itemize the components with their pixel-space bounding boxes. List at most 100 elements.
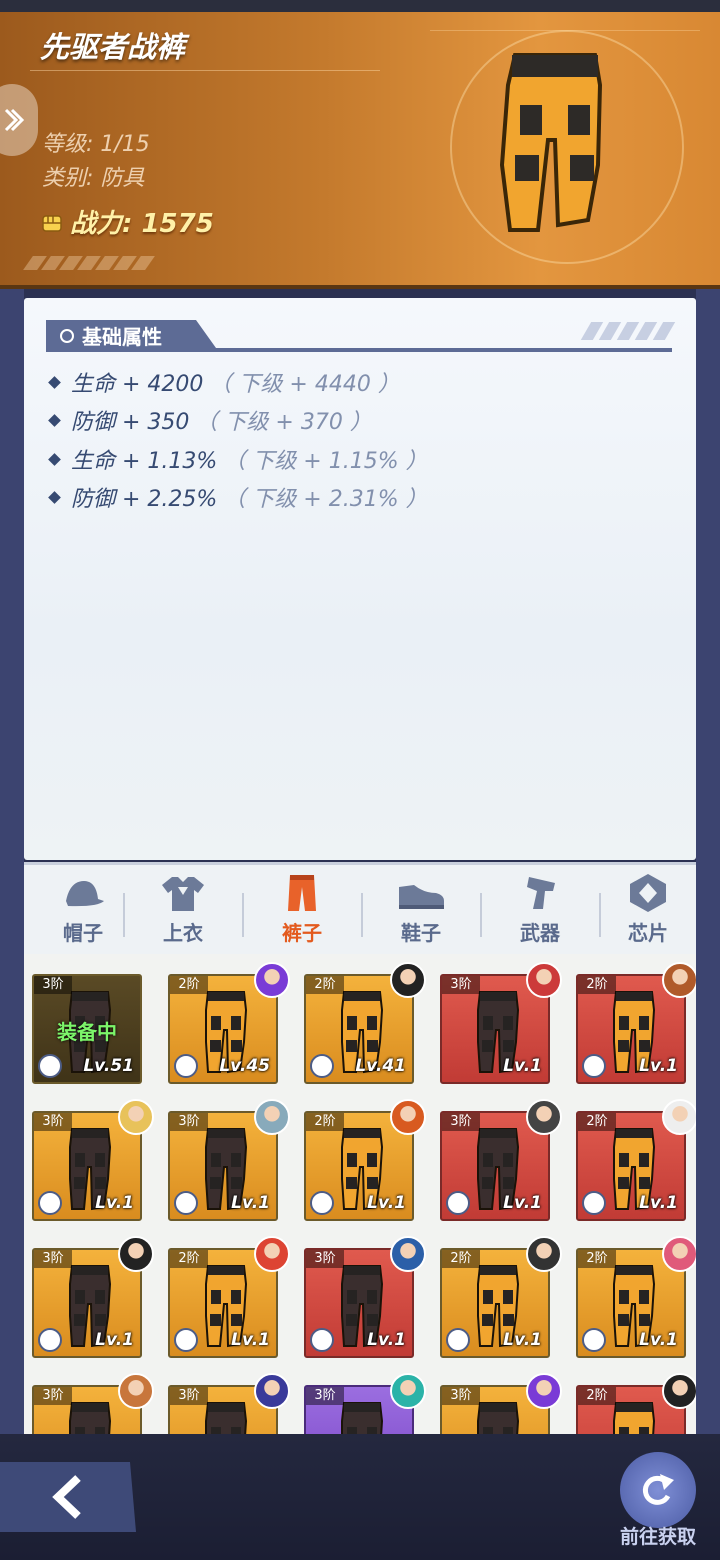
section-title: 基础属性 <box>82 325 162 349</box>
hero-avatar <box>390 1099 426 1135</box>
sword-icon <box>582 1191 606 1215</box>
equipment-card[interactable]: 3阶 装备中 Lv.51 <box>32 974 142 1084</box>
hero-avatar <box>118 1373 154 1409</box>
stat-row: 防御 + 2.25% （ 下级 + 2.31% ） <box>48 481 428 513</box>
stat-row: 生命 + 1.13% （ 下级 + 1.15% ） <box>48 443 428 475</box>
level-label: Lv.1 <box>503 1193 542 1213</box>
level-label: Lv.1 <box>639 1193 678 1213</box>
tab-label: 裤子 <box>282 921 322 945</box>
hexagon-icon <box>60 329 74 343</box>
hat-icon <box>66 881 104 907</box>
swirl-icon <box>38 1191 62 1215</box>
hero-avatar <box>254 1373 290 1409</box>
pants-image <box>69 1402 112 1434</box>
hero-avatar <box>526 1236 562 1272</box>
level-label: Lv.1 <box>231 1330 270 1350</box>
stat-main: 生命 + 4200 <box>71 372 204 397</box>
hero-avatar <box>254 1099 290 1135</box>
stat-main: 生命 + 1.13% <box>71 449 218 474</box>
tier-label: 2阶 <box>170 976 208 994</box>
shoe-icon <box>399 885 444 909</box>
tab-shoes[interactable]: 鞋子 <box>362 873 480 953</box>
tab-label: 武器 <box>520 921 560 945</box>
top-bar <box>0 0 720 12</box>
power-value: 战力: 1575 <box>70 209 214 239</box>
diamond-icon <box>48 490 61 504</box>
hero-avatar <box>390 962 426 998</box>
tier-label: 2阶 <box>578 976 616 994</box>
item-level: 等级: 1/15 <box>42 132 150 157</box>
level-label: Lv.1 <box>95 1330 134 1350</box>
stat-main: 防御 + 350 <box>71 410 190 435</box>
level-label: Lv.41 <box>355 1056 406 1076</box>
tier-label: 3阶 <box>34 1113 72 1131</box>
tier-label: 3阶 <box>170 1113 208 1131</box>
stat-next: （ 下级 + 370 ） <box>195 410 372 435</box>
level-label: Lv.1 <box>639 1056 678 1076</box>
tier-label: 2阶 <box>578 1250 616 1268</box>
decor-stripes <box>23 256 155 270</box>
shield-icon <box>310 1191 334 1215</box>
double-chevron-right-icon <box>4 108 25 132</box>
stat-next: （ 下级 + 4440 ） <box>209 372 400 397</box>
tier-label: 3阶 <box>442 1113 480 1131</box>
swirl-icon <box>310 1054 334 1078</box>
back-button[interactable] <box>0 1462 136 1532</box>
hero-avatar <box>118 1236 154 1272</box>
tier-label: 3阶 <box>442 1387 480 1405</box>
chevron-left-icon <box>52 1475 81 1519</box>
tab-label: 鞋子 <box>401 921 441 945</box>
tier-label: 2阶 <box>306 976 344 994</box>
decor-line <box>30 70 380 71</box>
tier-label: 2阶 <box>306 1113 344 1131</box>
hero-avatar <box>390 1236 426 1272</box>
tier-label: 2阶 <box>442 1250 480 1268</box>
sword-icon <box>174 1328 198 1352</box>
pants-image <box>613 1402 656 1434</box>
tier-label: 3阶 <box>34 1250 72 1268</box>
expand-arrow-button[interactable] <box>0 84 38 156</box>
pants-image <box>477 1402 520 1434</box>
hero-avatar <box>662 1099 696 1135</box>
tier-label: 2阶 <box>578 1387 616 1405</box>
shirt-icon <box>162 877 204 911</box>
swirl-icon <box>174 1054 198 1078</box>
tab-chip[interactable]: 芯片 <box>600 873 696 953</box>
swirl-icon <box>446 1328 470 1352</box>
category-tabs: 帽子 上衣 裤子 鞋子 武器 芯片 <box>24 862 696 955</box>
pants-image <box>341 1402 384 1434</box>
pants-image <box>499 53 603 232</box>
hero-avatar <box>254 1236 290 1272</box>
item-banner: 先驱者战裤 等级: 1/15 类别: 防具 战力: 1575 <box>0 0 720 289</box>
chip-icon <box>630 874 666 912</box>
tier-label: 3阶 <box>306 1250 344 1268</box>
right-frame <box>696 285 720 1435</box>
level-label: Lv.1 <box>503 1056 542 1076</box>
diamond-icon <box>48 413 61 427</box>
hero-avatar <box>526 1373 562 1409</box>
tab-shirt[interactable]: 上衣 <box>124 873 242 953</box>
stats-panel: 基础属性 生命 + 4200 （ 下级 + 4440 ） 防御 + 350 （ … <box>24 298 696 860</box>
pants-image <box>205 1402 248 1434</box>
hero-avatar <box>662 1236 696 1272</box>
item-name: 先驱者战裤 <box>40 30 186 64</box>
pants-icon <box>288 875 316 911</box>
goto-acquire-button[interactable]: 前往获取 <box>608 1452 708 1552</box>
tab-label: 上衣 <box>163 921 203 945</box>
stat-row: 防御 + 350 （ 下级 + 370 ） <box>48 404 372 436</box>
section-header: 基础属性 <box>46 320 676 354</box>
redirect-arrow-icon <box>620 1452 696 1528</box>
hero-avatar <box>390 1373 426 1409</box>
tab-weapon[interactable]: 武器 <box>481 873 599 953</box>
level-label: Lv.1 <box>367 1330 406 1350</box>
level-label: Lv.51 <box>83 1056 134 1076</box>
gear-icon <box>310 1328 334 1352</box>
fist-icon <box>42 214 62 232</box>
power-row: 战力: 1575 <box>40 203 214 240</box>
swirl-icon <box>582 1328 606 1352</box>
stat-row: 生命 + 4200 （ 下级 + 4440 ） <box>48 366 400 398</box>
diamond-icon <box>48 375 61 389</box>
tab-pants[interactable]: 裤子 <box>243 873 361 953</box>
inventory-grid: 3阶 装备中 Lv.51 2阶 Lv.45 2阶 Lv.41 3阶 Lv.1 2阶 Lv.1 3阶 Lv… <box>24 954 696 1434</box>
tier-label: 2阶 <box>578 1113 616 1131</box>
